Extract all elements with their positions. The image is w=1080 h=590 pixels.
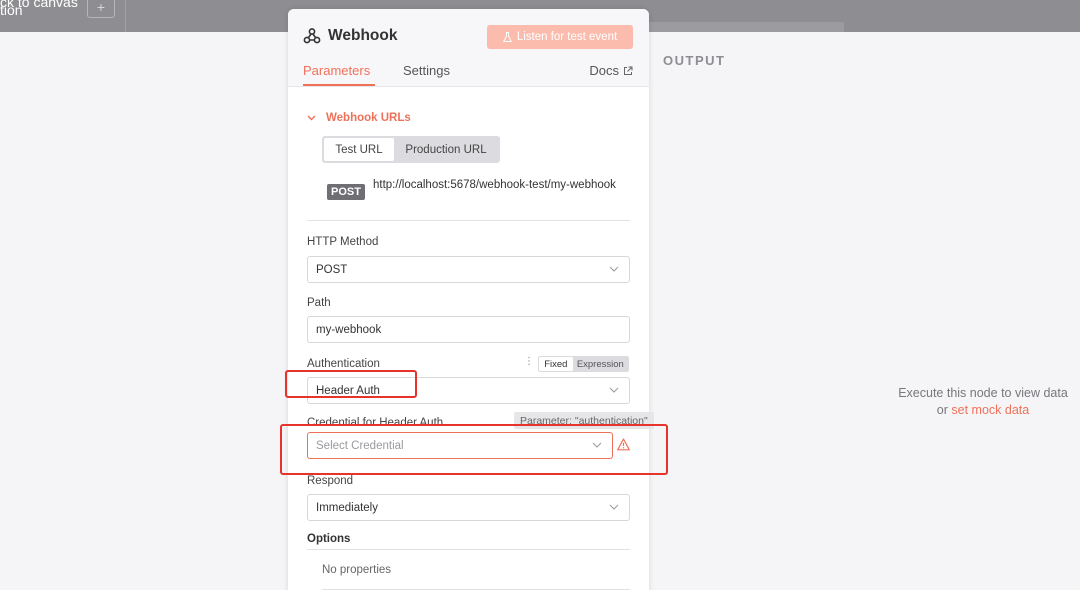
- http-method-label: HTTP Method: [307, 236, 379, 248]
- chevron-down-icon: [609, 504, 619, 510]
- or-text: or: [936, 403, 948, 417]
- http-method-value: POST: [316, 263, 348, 276]
- listen-button-label: Listen for test event: [516, 31, 618, 43]
- url-type-toggle: Test URL Production URL: [322, 136, 500, 163]
- workflow-name-fragment: tion: [0, 2, 23, 18]
- chevron-down-icon: [609, 387, 619, 393]
- chevron-down-icon: [609, 266, 619, 272]
- external-link-icon: [624, 66, 633, 75]
- listen-test-event-button[interactable]: Listen for test event: [487, 25, 633, 49]
- http-method-select[interactable]: POST: [307, 256, 630, 283]
- test-url-option[interactable]: Test URL: [324, 138, 394, 161]
- path-label: Path: [307, 297, 331, 309]
- options-menu-icon[interactable]: ⋮: [524, 356, 534, 367]
- panel-header: Webhook Listen for test event Parameters…: [288, 9, 649, 87]
- node-parameters-panel: Webhook Listen for test event Parameters…: [288, 9, 654, 590]
- active-tab-indicator: [303, 84, 375, 86]
- fixed-option[interactable]: Fixed: [539, 357, 573, 371]
- webhook-icon: [303, 28, 321, 44]
- set-mock-data-link[interactable]: set mock data: [951, 403, 1029, 417]
- input-panel-edge: [648, 22, 844, 32]
- output-empty-message: Execute this node to view data or set mo…: [870, 385, 1080, 419]
- tab-settings[interactable]: Settings: [403, 63, 450, 78]
- path-value: my-webhook: [316, 323, 382, 336]
- annotation-box-credential: [280, 424, 668, 475]
- execute-hint: Execute this node to view data: [898, 386, 1068, 400]
- expression-option[interactable]: Expression: [573, 357, 628, 371]
- docs-link[interactable]: Docs: [589, 63, 633, 78]
- respond-label: Respond: [307, 475, 354, 487]
- authentication-label: Authentication: [307, 358, 380, 370]
- topbar-divider: [125, 0, 126, 32]
- tab-parameters[interactable]: Parameters: [303, 63, 370, 78]
- fixed-expression-toggle: Fixed Expression: [538, 356, 629, 372]
- annotation-box-auth: [285, 370, 417, 398]
- respond-select[interactable]: Immediately: [307, 494, 630, 521]
- webhook-urls-heading: Webhook URLs: [326, 112, 411, 124]
- section-divider: [307, 220, 630, 221]
- chevron-down-icon: [307, 115, 316, 121]
- webhook-urls-toggle[interactable]: Webhook URLs: [307, 112, 411, 124]
- flask-icon: [502, 31, 512, 42]
- path-input[interactable]: my-webhook: [307, 316, 630, 343]
- options-divider: [307, 549, 630, 550]
- options-heading: Options: [307, 533, 351, 545]
- output-heading: OUTPUT: [663, 53, 726, 68]
- node-title[interactable]: Webhook: [328, 27, 397, 45]
- docs-label: Docs: [589, 63, 619, 78]
- respond-value: Immediately: [316, 501, 378, 514]
- production-url-option[interactable]: Production URL: [394, 138, 498, 161]
- method-badge: POST: [327, 184, 365, 200]
- no-properties-text: No properties: [322, 564, 392, 576]
- add-button[interactable]: +: [87, 0, 115, 18]
- webhook-url[interactable]: http://localhost:5678/webhook-test/my-we…: [373, 178, 629, 193]
